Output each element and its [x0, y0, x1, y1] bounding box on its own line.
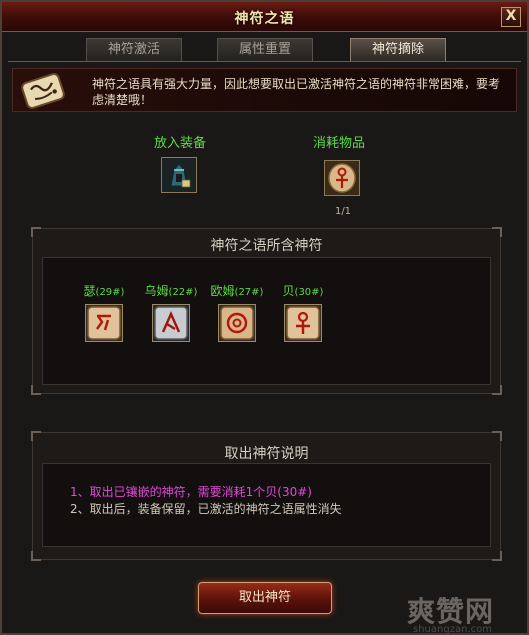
notice-text: 神符之语具有强大力量，因此想要取出已激活神符之语的神符非常困难，要考虑清楚哦！ [92, 77, 501, 107]
rune-slot-3[interactable] [218, 304, 256, 342]
tab-attribute-reset[interactable]: 属性重置 [217, 38, 313, 62]
rune-code: (27#) [234, 287, 264, 298]
rune-icon [87, 306, 121, 340]
rune-icon [220, 306, 254, 340]
watermark-url: shuangzan.com [413, 624, 492, 635]
tab-rune-activate[interactable]: 神符激活 [86, 38, 182, 62]
rune-code: (22#) [168, 287, 198, 298]
rune-label-3: 欧姆(27#) [202, 282, 272, 299]
remove-rune-button[interactable]: 取出神符 [198, 582, 332, 614]
consume-slot-label: 消耗物品 [312, 136, 365, 151]
description-panel-title: 取出神符说明 [224, 446, 309, 462]
rune-name: 瑟 [83, 284, 96, 298]
watermark: 爽赞网 shuangzan.com [407, 590, 494, 635]
equip-slot-label: 放入装备 [153, 136, 206, 151]
rune-slot-4[interactable] [284, 304, 322, 342]
consumable-count: 1/1 [334, 206, 352, 217]
tab-bar: 神符激活 属性重置 神符摘除 [2, 38, 527, 62]
consumable-slot[interactable] [324, 160, 360, 196]
rune-label-1: 瑟(29#) [69, 282, 139, 299]
rune-name: 贝 [282, 284, 295, 298]
runes-panel-title: 神符之语所含神符 [210, 238, 323, 254]
equipment-item-icon [162, 158, 196, 192]
tab-divider [8, 61, 521, 62]
rune-word-window: 神符之语 X 神符激活 属性重置 神符摘除 神符之语具有强大力量，因此想要取出已… [0, 0, 529, 635]
rune-label-4: 贝(30#) [268, 282, 338, 299]
equipment-slot[interactable] [161, 157, 197, 193]
title-bar[interactable]: 神符之语 X [2, 2, 527, 32]
tab-rune-remove[interactable]: 神符摘除 [350, 38, 446, 62]
rune-icon [286, 306, 320, 340]
rune-name: 欧姆 [210, 284, 235, 298]
description-line-1: 1、取出已镶嵌的神符，需要消耗1个贝(30#) [70, 485, 312, 499]
window-title: 神符之语 [234, 11, 295, 27]
rune-slot-1[interactable] [85, 304, 123, 342]
rune-label-2: 乌姆(22#) [136, 282, 206, 299]
rune-slot-2[interactable] [152, 304, 190, 342]
rune-name: 乌姆 [144, 284, 169, 298]
rune-scroll-icon [21, 73, 65, 109]
close-button[interactable]: X [501, 7, 521, 27]
rune-code: (29#) [95, 287, 125, 298]
rune-item-icon [325, 161, 359, 195]
description-line-2: 2、取出后，装备保留，已激活的神符之语属性消失 [70, 502, 342, 516]
rune-code: (30#) [294, 287, 324, 298]
rune-icon [154, 306, 188, 340]
